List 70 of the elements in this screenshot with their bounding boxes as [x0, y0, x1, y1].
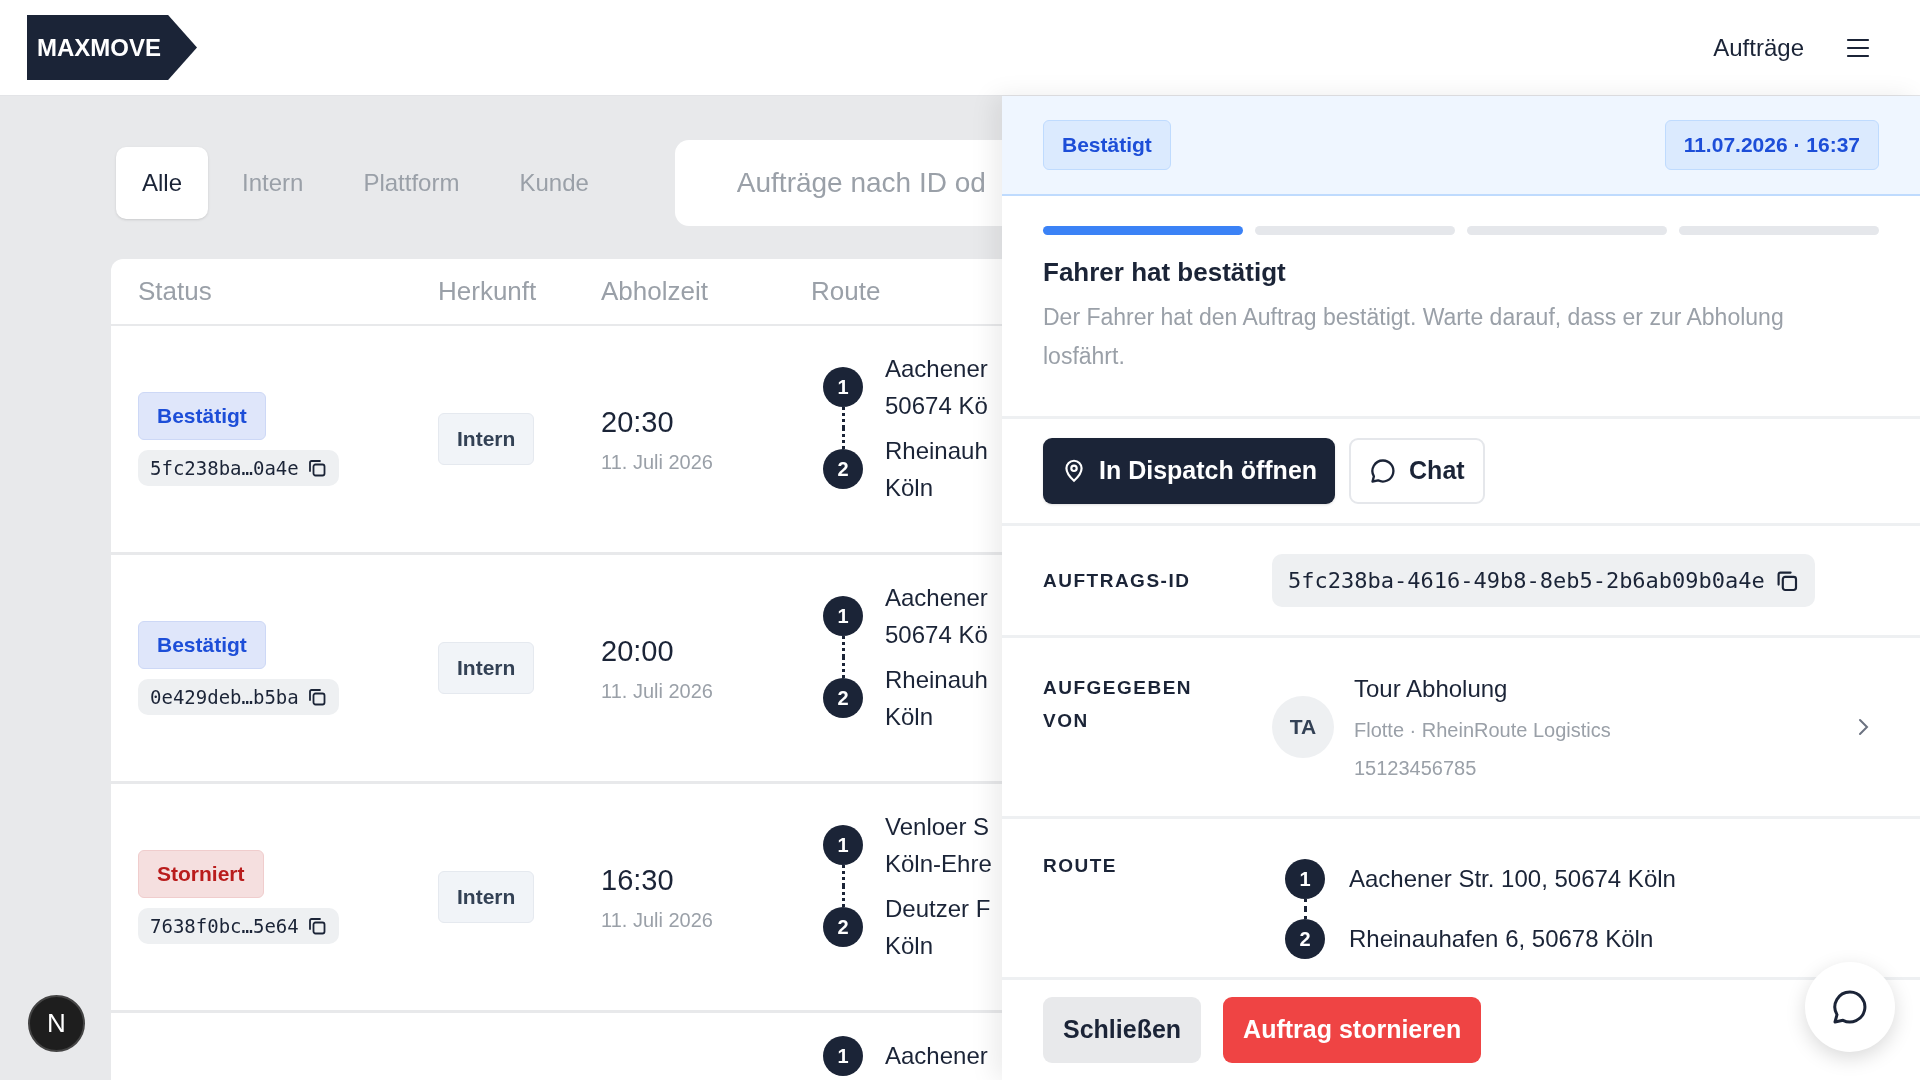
status-badge: Bestätigt [138, 621, 266, 669]
stop-address: Aachener [885, 1041, 988, 1071]
status-badge: Bestätigt [138, 392, 266, 440]
menu-icon[interactable] [1846, 37, 1870, 58]
chevron-right-icon[interactable] [1857, 717, 1869, 737]
pickup-time: 16:30 [601, 863, 675, 899]
stop-address: Rheinauh [885, 436, 988, 466]
stop-address: Venloer S [885, 812, 991, 842]
nav-link[interactable]: Aufträge [1713, 29, 1804, 66]
status-badge: Storniert [138, 850, 264, 898]
field-label: ROUTE [1043, 854, 1118, 878]
chat-button[interactable]: Chat [1349, 438, 1485, 504]
column-header: Status [137, 275, 213, 308]
stop-address: Köln-Ehre [885, 849, 992, 879]
stop-address: Köln [885, 473, 935, 503]
stop-number: 2 [823, 907, 863, 947]
dev-badge[interactable]: N [28, 995, 85, 1052]
order-id: 7638f0bc…5e64 [150, 913, 299, 939]
search-field[interactable]: Aufträge nach ID od [674, 140, 1002, 226]
order-id: 5fc238ba…0a4e [150, 455, 299, 481]
stop-address: 50674 Kö [885, 391, 988, 421]
customer-phone: 15123456785 [1354, 756, 1478, 781]
stop-number: 2 [823, 678, 863, 718]
copy-icon[interactable] [306, 686, 327, 707]
stop-address: Deutzer F [885, 894, 991, 924]
stop-address: Köln [885, 702, 935, 732]
cancel-order-button[interactable]: Auftrag stornieren [1223, 997, 1482, 1063]
stop-number: 1 [823, 596, 863, 636]
stop-number: 1 [1285, 859, 1325, 899]
status-description: Der Fahrer hat den Auftrag bestätigt. Warte darauf, dass er zur Abholung losfährt. [1043, 303, 1785, 371]
copy-icon[interactable] [306, 457, 327, 478]
origin-badge: Intern [438, 413, 535, 465]
logo[interactable]: MAXMOVE [27, 15, 197, 80]
timestamp-badge: 11.07.2026 · 16:37 [1664, 120, 1879, 170]
stop-address: Aachener Str. 100, 50674 Köln [1349, 864, 1676, 894]
close-button[interactable]: Schließen [1043, 997, 1202, 1063]
pickup-date: 11. Juli 2026 [601, 907, 714, 933]
pickup-date: 11. Juli 2026 [601, 678, 714, 704]
field-label: AUFTRAGS-ID [1043, 569, 1192, 593]
origin-badge: Intern [438, 871, 535, 923]
stop-number: 1 [823, 1035, 863, 1076]
column-header: Herkunft [438, 275, 538, 308]
origin-badge: Intern [438, 642, 535, 694]
stop-number: 2 [823, 449, 863, 489]
pickup-date: 11. Juli 2026 [601, 449, 714, 475]
stop-number: 1 [823, 367, 863, 407]
stop-address: Köln [885, 931, 935, 961]
stop-number: 1 [823, 825, 863, 865]
status-title: Fahrer hat bestätigt [1043, 256, 1287, 289]
stop-address: 50674 Kö [885, 620, 988, 650]
field-label: AUFGEGEBEN VON [1043, 676, 1194, 733]
filter-tab[interactable]: Alle [116, 147, 209, 219]
stop-address: Rheinauhafen 6, 50678 Köln [1349, 924, 1654, 954]
pickup-time: 20:00 [601, 634, 675, 670]
stop-address: Rheinauh [885, 665, 988, 695]
column-header: Abholzeit [601, 275, 709, 308]
dispatch-button[interactable]: In Dispatch öffnen [1043, 438, 1336, 504]
stop-address: Aachener [885, 354, 988, 384]
order-id: 0e429deb…b5ba [150, 684, 299, 710]
order-id: 5fc238ba-4616-49b8-8eb5-2b6ab09b0a4e [1288, 567, 1765, 595]
customer-company: Flotte · RheinRoute Logistics [1354, 718, 1612, 743]
stop-address: Aachener [885, 583, 988, 613]
avatar: TA [1272, 696, 1334, 758]
pickup-time: 20:30 [601, 405, 675, 441]
stop-number: 2 [1285, 919, 1325, 959]
customer-name: Tour Abholung [1354, 674, 1509, 704]
speech-bubble-icon [1369, 457, 1398, 485]
copy-icon[interactable] [306, 915, 327, 936]
column-header: Route [811, 275, 882, 308]
status-badge: Bestätigt [1043, 120, 1171, 170]
